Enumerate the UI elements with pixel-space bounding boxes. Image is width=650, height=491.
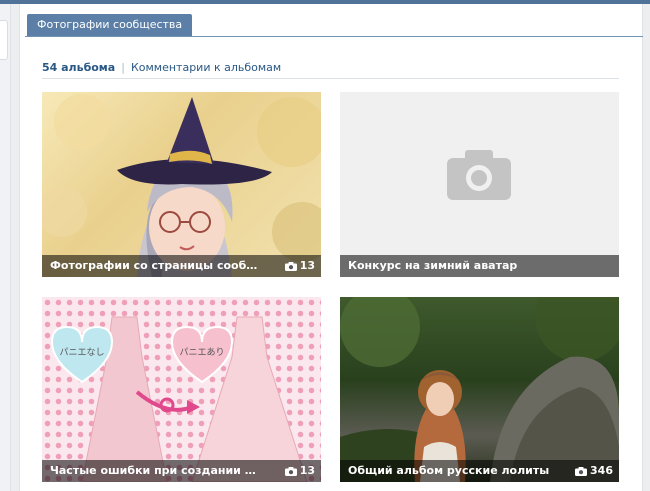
album-caption: Общий альбом русские лолиты 346 <box>340 460 619 482</box>
tab-community-photos[interactable]: Фотографии сообщества <box>27 14 193 36</box>
camera-icon <box>284 466 297 476</box>
album-photo-count: 13 <box>284 255 315 277</box>
left-heart-label: パニエなし <box>59 347 104 358</box>
album-title: Общий альбом русские лолиты <box>348 464 550 477</box>
album-photo-count-value: 13 <box>299 259 315 272</box>
right-heart-label: パニエあり <box>179 347 224 358</box>
albums-count[interactable]: 54 альбома <box>42 61 115 74</box>
albums-subnav: 54 альбома | Комментарии к альбомам <box>42 61 619 79</box>
right-gutter <box>643 4 650 491</box>
album-caption: Конкурс на зимний аватар <box>340 255 619 277</box>
album-card-common-mistakes[interactable]: パニエなし パニエあり Частые ошибки при создании о… <box>42 297 321 482</box>
camera-placeholder-icon <box>447 150 511 200</box>
album-caption: Частые ошибки при создании обр... 13 <box>42 460 321 482</box>
subnav-separator: | <box>121 61 125 74</box>
album-photo-count: 13 <box>284 460 315 482</box>
camera-icon <box>575 466 588 476</box>
album-cover-witch <box>42 94 321 277</box>
camera-icon <box>284 261 297 271</box>
album-comments-link[interactable]: Комментарии к альбомам <box>131 61 281 74</box>
album-photo-count-value: 13 <box>299 464 315 477</box>
album-card-winter-avatar-contest[interactable]: Конкурс на зимний аватар <box>340 92 619 277</box>
album-photo-count-value: 346 <box>590 464 613 477</box>
album-title: Фотографии со страницы сообще... <box>50 259 261 272</box>
left-gutter <box>0 4 11 491</box>
album-title: Частые ошибки при создании обр... <box>50 464 261 477</box>
album-title: Конкурс на зимний аватар <box>348 259 518 272</box>
album-card-page-photos[interactable]: Фотографии со страницы сообще... 13 <box>42 92 321 277</box>
album-cover-dresses: パニエなし パニエあり <box>50 316 308 482</box>
tab-underline <box>25 36 643 37</box>
album-cover-forest-portrait <box>340 297 619 482</box>
album-card-russian-lolitas[interactable]: Общий альбом русские лолиты 346 <box>340 297 619 482</box>
left-edge-card <box>0 20 8 60</box>
album-photo-count: 346 <box>575 460 613 482</box>
album-caption: Фотографии со страницы сообще... 13 <box>42 255 321 277</box>
